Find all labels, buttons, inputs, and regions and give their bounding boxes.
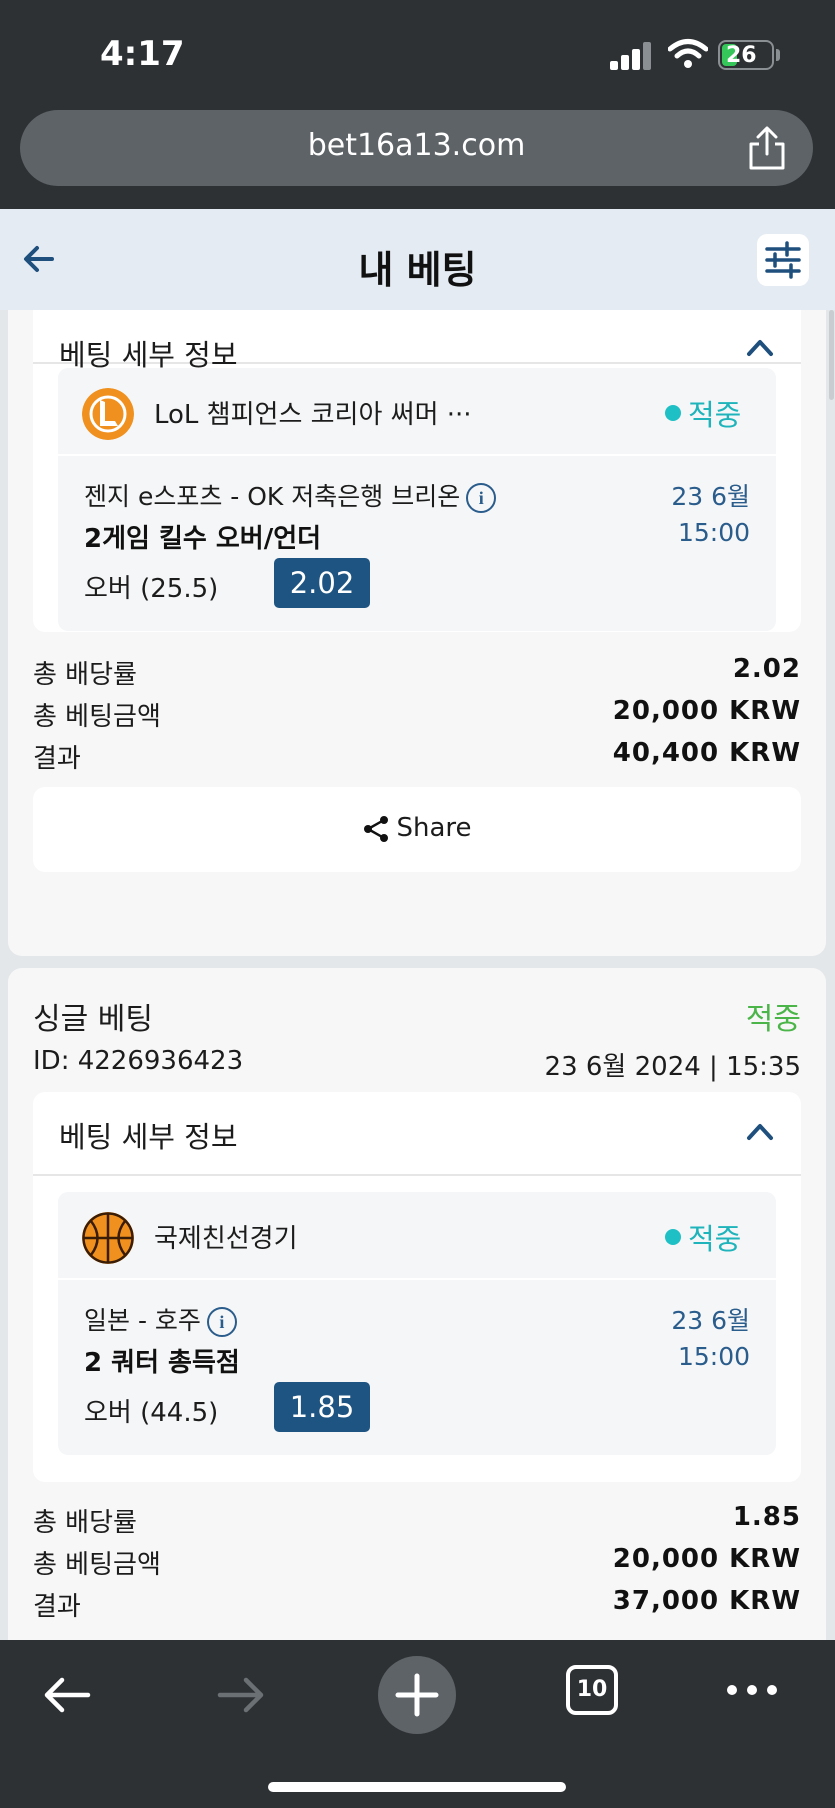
summary-label: 결과 <box>33 744 81 774</box>
selection-name: 오버 (25.5) <box>84 574 219 604</box>
odds-badge: 2.02 <box>274 558 370 608</box>
bet-details-header[interactable]: 베팅 세부 정보 <box>33 1092 801 1176</box>
event-box: 국제친선경기 적중 일본 - 호주 i 23 6월 2 쿼터 총득점 15:00 … <box>58 1192 776 1455</box>
new-tab-button[interactable] <box>378 1656 456 1734</box>
summary-value: 40,400 KRW <box>612 738 801 768</box>
chevron-up-icon[interactable] <box>745 336 775 358</box>
status-time: 4:17 <box>100 34 185 74</box>
selection-name: 오버 (44.5) <box>84 1398 219 1428</box>
event-header: 국제친선경기 적중 <box>58 1192 776 1280</box>
summary-label: 총 배당률 <box>33 1508 137 1538</box>
match-time: 15:00 <box>677 1342 750 1371</box>
status-dot <box>665 1229 681 1245</box>
bet-details-title: 베팅 세부 정보 <box>59 1120 238 1154</box>
bet-placed-time: 23 6월 2024 | 15:35 <box>544 1052 801 1082</box>
match-name: 젠지 e스포츠 - OK 저축은행 브리온 i <box>84 477 497 513</box>
browser-chrome-bottom <box>0 186 835 210</box>
home-indicator <box>268 1782 566 1792</box>
filter-sliders-icon <box>765 241 801 279</box>
share-label: Share <box>396 813 472 843</box>
url-text: bet16a13.com <box>307 128 526 163</box>
bet-details-panel: 베팅 세부 정보 LoL 챔피언스 코리아 써머 ··· 적중 젠지 e스포츠 <box>33 310 801 632</box>
battery-tip <box>776 49 780 61</box>
bet-details-header[interactable]: 베팅 세부 정보 <box>33 310 801 372</box>
summary-value: 2.02 <box>732 654 801 684</box>
match-date: 23 6월 <box>671 1306 750 1335</box>
share-button[interactable]: Share <box>33 787 801 872</box>
tabs-button[interactable]: 10 <box>566 1665 618 1715</box>
bet-id: ID: 4226936423 <box>33 1046 244 1076</box>
summary-stake: 총 베팅금액 20,000 KRW <box>33 1540 801 1580</box>
summary-total-odds: 총 배당률 2.02 <box>33 650 801 690</box>
summary-label: 총 베팅금액 <box>33 1550 161 1580</box>
match-name: 일본 - 호주 i <box>84 1301 237 1337</box>
browser-forward-icon[interactable] <box>214 1670 268 1720</box>
summary-label: 총 배당률 <box>33 660 137 690</box>
bet-type: 싱글 베팅 <box>33 1002 153 1037</box>
odds-badge: 1.85 <box>274 1382 370 1432</box>
selection-status: 적중 <box>688 1222 742 1256</box>
share-button-content: Share <box>33 813 801 843</box>
app-header: 내 베팅 <box>0 209 835 310</box>
market-name: 2게임 킬수 오버/언더 <box>84 524 322 554</box>
bet-card: 베팅 세부 정보 LoL 챔피언스 코리아 써머 ··· 적중 젠지 e스포츠 <box>8 310 826 956</box>
match-name-text: 젠지 e스포츠 - OK 저축은행 브리온 <box>84 482 461 511</box>
summary-value: 1.85 <box>732 1502 801 1532</box>
info-icon[interactable]: i <box>206 1307 237 1337</box>
basketball-icon <box>82 1212 134 1264</box>
chevron-up-icon[interactable] <box>745 1120 775 1142</box>
bet-card: 싱글 베팅 적중 ID: 4226936423 23 6월 2024 | 15:… <box>8 968 826 1640</box>
match-name-text: 일본 - 호주 <box>84 1306 201 1335</box>
browser-toolbar: 10 <box>0 1640 835 1808</box>
status-dot <box>665 405 681 421</box>
plus-icon <box>395 1673 439 1717</box>
event-box: LoL 챔피언스 코리아 써머 ··· 적중 젠지 e스포츠 - OK 저축은행… <box>58 368 776 631</box>
match-date: 23 6월 <box>671 482 750 511</box>
browser-back-icon[interactable] <box>40 1670 94 1720</box>
browser-share-icon[interactable] <box>745 124 789 172</box>
summary-result: 결과 40,400 KRW <box>33 734 801 774</box>
summary-total-odds: 총 배당률 1.85 <box>33 1498 801 1538</box>
share-icon <box>364 815 389 842</box>
battery-icon: 26 <box>718 40 774 70</box>
summary-value: 20,000 KRW <box>612 1544 801 1574</box>
league-name: 국제친선경기 <box>154 1224 298 1254</box>
battery-level: 26 <box>726 43 757 68</box>
url-bar[interactable]: bet16a13.com <box>20 110 813 186</box>
summary-label: 결과 <box>33 1592 81 1622</box>
filter-button[interactable] <box>757 234 809 286</box>
market-name: 2 쿼터 총득점 <box>84 1348 240 1378</box>
lol-logo-icon <box>82 388 134 440</box>
bet-details-panel: 베팅 세부 정보 국제친선경기 적중 일본 - 호주 i 23 6월 2 쿼터 … <box>33 1092 801 1482</box>
summary-value: 37,000 KRW <box>612 1586 801 1616</box>
summary-label: 총 베팅금액 <box>33 702 161 732</box>
info-icon[interactable]: i <box>466 483 497 513</box>
summary-stake: 총 베팅금액 20,000 KRW <box>33 692 801 732</box>
selection-status: 적중 <box>688 398 742 432</box>
summary-result: 결과 37,000 KRW <box>33 1582 801 1622</box>
more-icon[interactable] <box>724 1680 780 1700</box>
scrollbar-thumb[interactable] <box>829 310 834 400</box>
wifi-icon <box>668 39 708 68</box>
match-time: 15:00 <box>677 518 750 547</box>
bet-result: 적중 <box>745 1002 801 1037</box>
summary-value: 20,000 KRW <box>612 696 801 726</box>
cellular-signal-icon <box>610 42 652 70</box>
bets-list[interactable]: 베팅 세부 정보 LoL 챔피언스 코리아 써머 ··· 적중 젠지 e스포츠 <box>0 310 835 1640</box>
league-name: LoL 챔피언스 코리아 써머 ··· <box>154 400 472 430</box>
status-bar: 4:17 26 <box>0 0 835 105</box>
event-header: LoL 챔피언스 코리아 써머 ··· 적중 <box>58 368 776 456</box>
page-title: 내 베팅 <box>358 248 477 292</box>
